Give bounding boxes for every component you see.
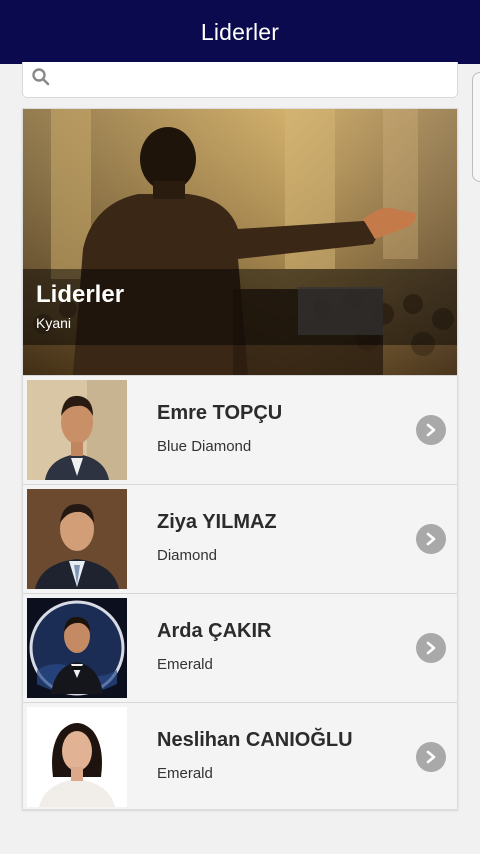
edge-panel-handle[interactable] — [472, 72, 480, 182]
list-item[interactable]: Emre TOPÇU Blue Diamond — [23, 375, 457, 483]
page-title: Liderler — [200, 18, 280, 45]
leader-name: Neslihan CANIOĞLU — [157, 729, 353, 751]
leader-rank: Blue Diamond — [157, 438, 252, 455]
leader-rank: Diamond — [157, 547, 218, 564]
search-input[interactable] — [57, 62, 457, 97]
chevron-right-icon[interactable] — [416, 415, 446, 445]
leaders-card: Liderler Kyani Emre TOPÇU Blue Diamond Z… — [22, 108, 458, 810]
hero-banner[interactable]: Liderler Kyani — [23, 109, 457, 375]
avatar — [27, 489, 127, 589]
search-bar[interactable] — [22, 62, 458, 98]
leader-name: Arda ÇAKIR — [157, 620, 272, 642]
hero-subtitle: Kyani — [36, 315, 72, 331]
chevron-right-icon[interactable] — [416, 524, 446, 554]
chevron-right-icon[interactable] — [416, 742, 446, 772]
hero-title: Liderler — [36, 281, 125, 308]
list-item[interactable]: Ziya YILMAZ Diamond — [23, 484, 457, 592]
avatar — [27, 707, 127, 807]
avatar — [27, 380, 127, 480]
app-bar: Liderler — [0, 0, 480, 64]
leader-rank: Emerald — [157, 765, 213, 782]
leader-name: Ziya YILMAZ — [157, 511, 277, 533]
list-item[interactable]: Arda ÇAKIR Emerald — [23, 593, 457, 701]
leader-name: Emre TOPÇU — [157, 402, 283, 424]
avatar — [27, 598, 127, 698]
hero-caption: Liderler Kyani — [23, 269, 457, 345]
list-item[interactable]: Neslihan CANIOĞLU Emerald — [23, 702, 457, 809]
chevron-right-icon[interactable] — [416, 633, 446, 663]
leader-rank: Emerald — [157, 656, 213, 673]
search-icon — [31, 67, 51, 92]
